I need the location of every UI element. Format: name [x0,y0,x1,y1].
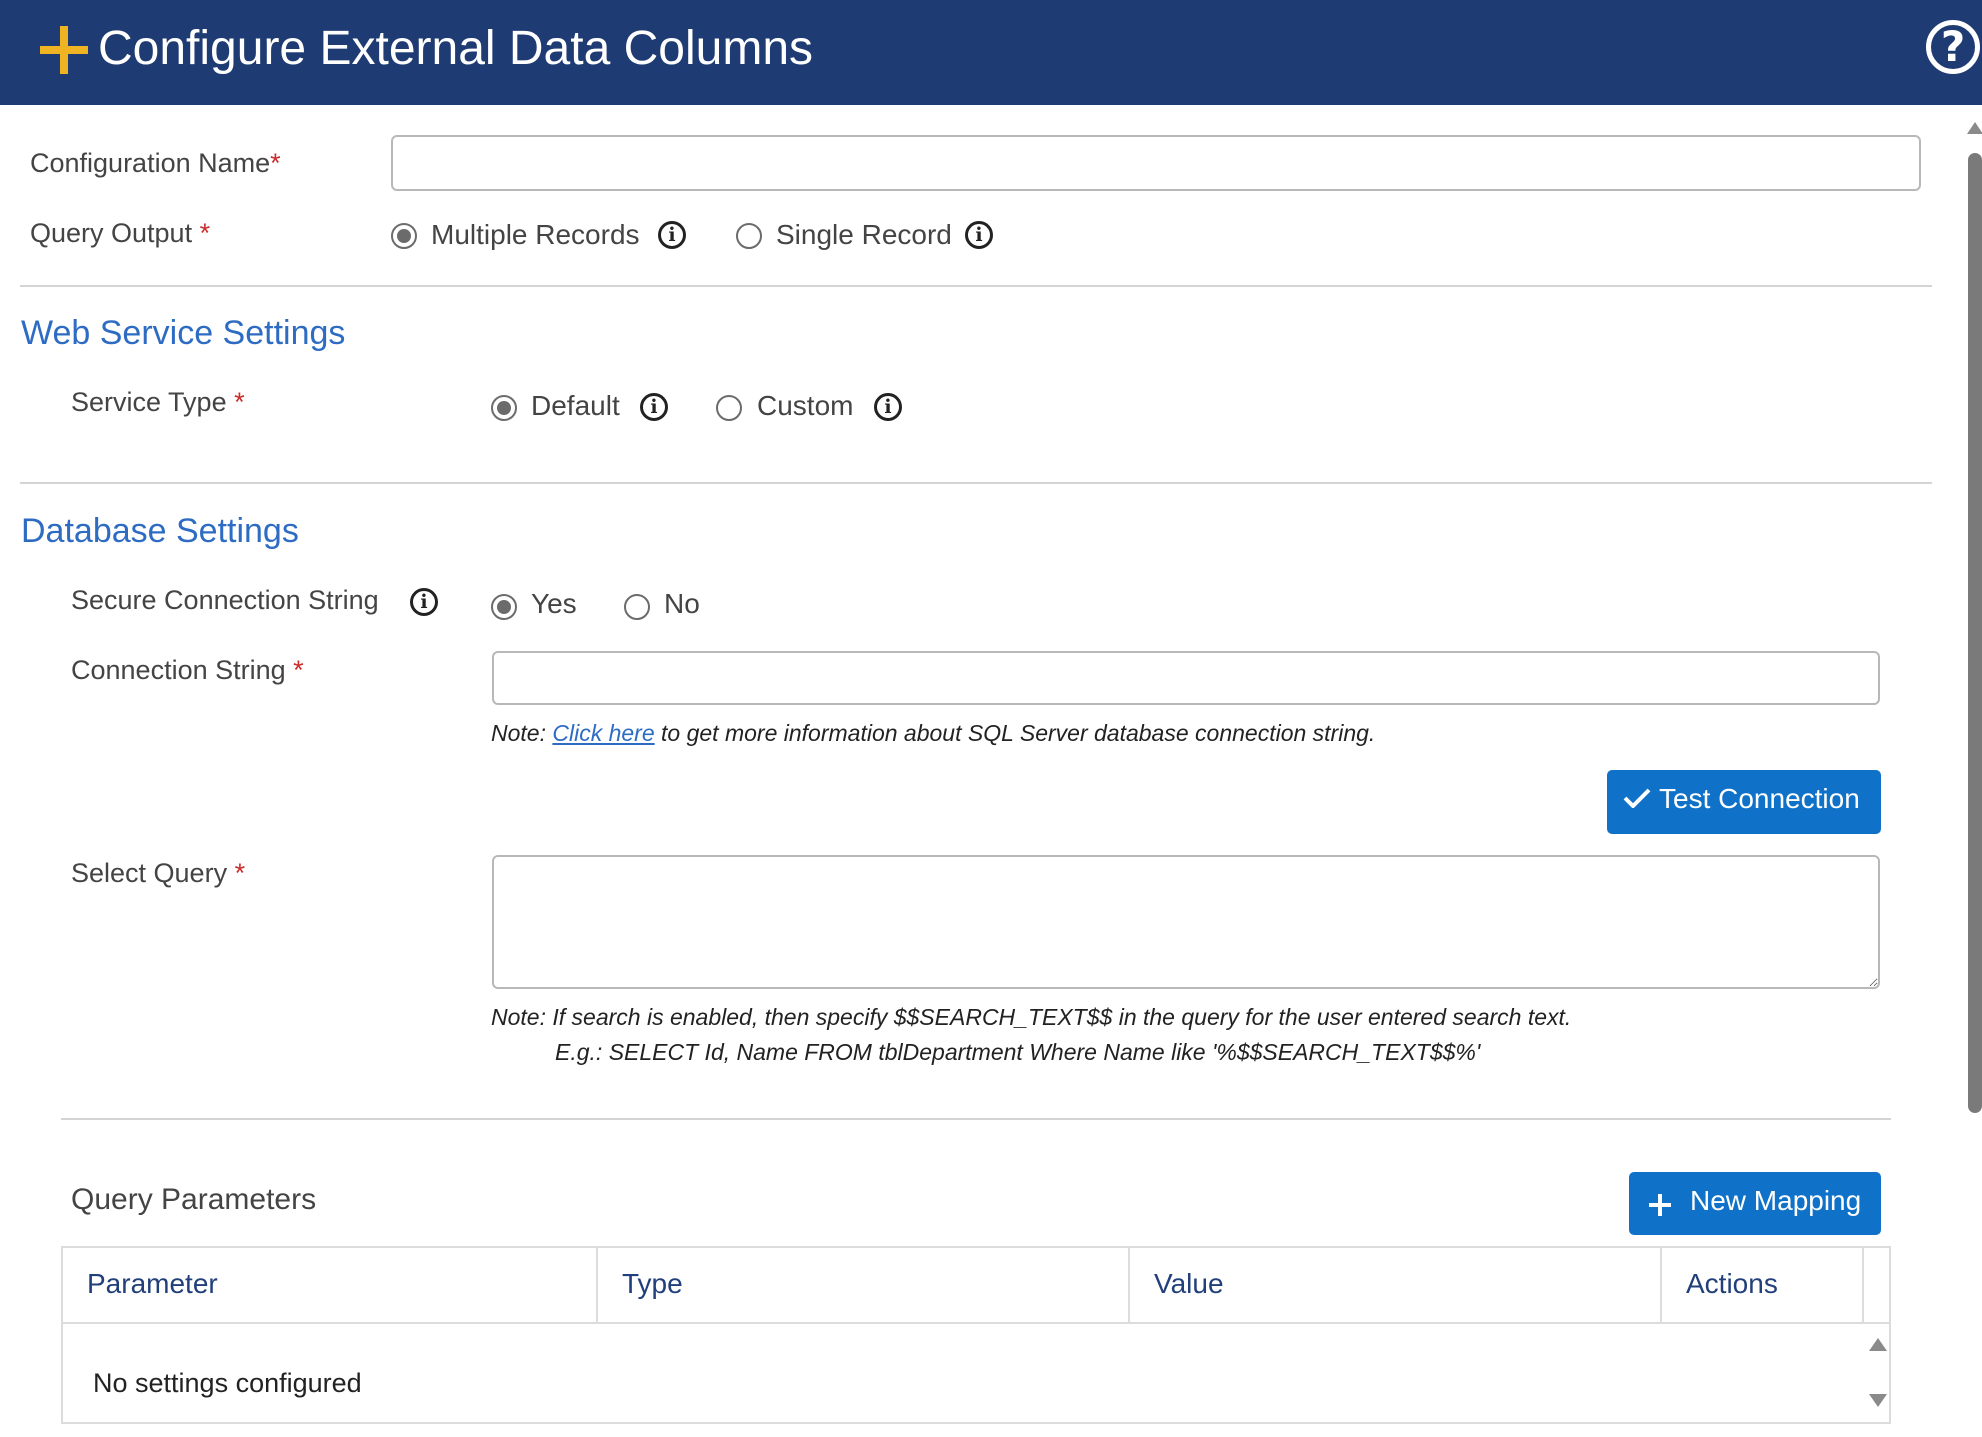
column-header-parameter[interactable]: Parameter [63,1248,598,1322]
help-icon[interactable]: ? [1926,20,1980,74]
config-name-input[interactable] [391,135,1921,191]
query-note-line1: Note: If search is enabled, then specify… [491,1004,1572,1030]
grid-scroll-up-icon[interactable] [1869,1338,1887,1351]
info-icon[interactable]: i [410,588,438,616]
radio-custom[interactable] [716,395,742,421]
radio-secure-no-label[interactable]: No [664,588,700,620]
query-parameters-grid: Parameter Type Value Actions No settings… [61,1246,1891,1424]
connection-string-note: Note: Click here to get more information… [491,720,1376,746]
divider [61,1118,1891,1120]
plus-icon [1649,1194,1671,1216]
column-header-type[interactable]: Type [598,1248,1130,1322]
dialog-title: Configure External Data Columns [98,22,814,75]
query-output-label: Query Output * [30,218,211,248]
radio-multiple-records[interactable] [391,223,417,249]
radio-secure-yes[interactable] [491,594,517,620]
query-parameters-title: Query Parameters [71,1183,317,1216]
check-icon [1623,788,1651,808]
info-icon[interactable]: i [965,221,993,249]
main-scrollbar[interactable] [1965,105,1982,1437]
radio-single-record[interactable] [736,223,762,249]
divider [20,285,1932,287]
test-connection-button[interactable]: Test Connection [1607,770,1881,834]
database-settings-title: Database Settings [21,512,299,550]
radio-custom-label[interactable]: Custom [757,390,853,422]
select-query-label: Select Query * [71,858,246,888]
new-mapping-button[interactable]: New Mapping [1629,1172,1881,1235]
scroll-thumb[interactable] [1968,153,1982,1113]
secure-connection-string-label: Secure Connection String [71,585,379,615]
column-header-value[interactable]: Value [1130,1248,1662,1322]
service-type-label: Service Type * [71,387,245,417]
radio-default[interactable] [491,395,517,421]
scroll-up-arrow-icon[interactable] [1967,122,1982,134]
select-query-textarea[interactable] [492,855,1880,989]
click-here-link[interactable]: Click here [552,720,654,746]
radio-multiple-records-label[interactable]: Multiple Records [431,219,640,251]
radio-secure-yes-label[interactable]: Yes [531,588,577,620]
connection-string-input[interactable] [492,651,1880,705]
info-icon[interactable]: i [658,221,686,249]
divider [20,482,1932,484]
info-icon[interactable]: i [874,393,902,421]
column-header-actions[interactable]: Actions [1662,1248,1864,1322]
web-service-settings-title: Web Service Settings [21,314,346,352]
radio-default-label[interactable]: Default [531,390,620,422]
config-name-label: Configuration Name* [30,148,281,178]
grid-scroll-down-icon[interactable] [1869,1394,1887,1407]
plus-icon [40,26,88,74]
title-bar: Configure External Data Columns ? [0,0,1982,105]
query-note-line2: E.g.: SELECT Id, Name FROM tblDepartment… [555,1039,1481,1065]
connection-string-label: Connection String * [71,655,304,685]
radio-secure-no[interactable] [624,594,650,620]
info-icon[interactable]: i [640,393,668,421]
radio-single-record-label[interactable]: Single Record [776,219,952,251]
grid-header: Parameter Type Value Actions [63,1248,1889,1324]
grid-empty-message: No settings configured [93,1368,362,1398]
